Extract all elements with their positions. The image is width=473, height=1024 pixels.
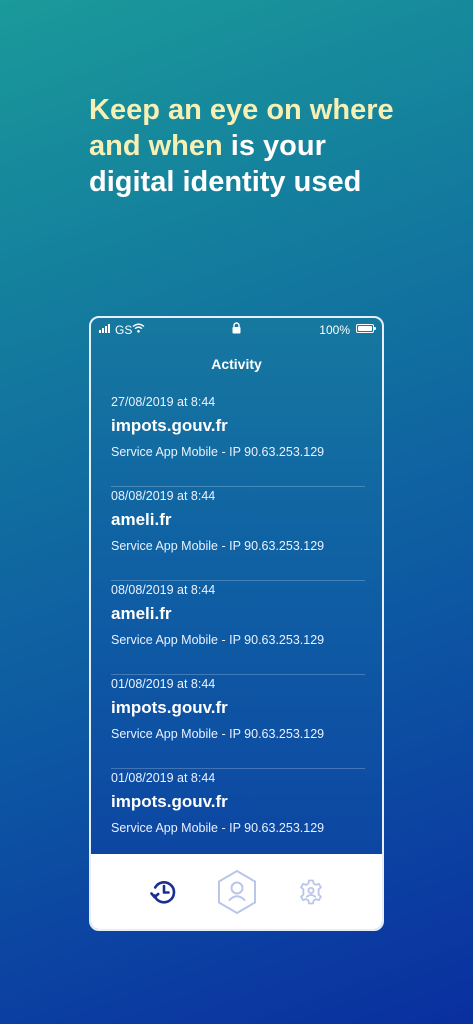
activity-detail: Service App Mobile - IP 90.63.253.129 [111, 539, 325, 553]
headline-highlight-2: and when [89, 130, 223, 162]
headline-text-2: is your [222, 130, 326, 162]
battery-percent: 100% [319, 323, 350, 337]
activity-domain: impots.gouv.fr [111, 416, 228, 435]
activity-item[interactable]: 27/08/2019 at 8:44 impots.gouv.fr Servic… [111, 392, 365, 486]
activity-detail: Service App Mobile - IP 90.63.253.129 [111, 445, 325, 459]
tab-settings[interactable] [286, 854, 336, 929]
activity-detail: Service App Mobile - IP 90.63.253.129 [111, 727, 325, 741]
activity-item[interactable]: 01/08/2019 at 8:44 impots.gouv.fr Servic… [111, 768, 365, 862]
activity-date: 08/08/2019 at 8:44 [111, 489, 216, 503]
status-bar: GS 100% [91, 318, 382, 342]
activity-domain: impots.gouv.fr [111, 698, 228, 717]
activity-item[interactable]: 08/08/2019 at 8:44 ameli.fr Service App … [111, 580, 365, 674]
activity-detail: Service App Mobile - IP 90.63.253.129 [111, 821, 325, 835]
history-icon [150, 880, 176, 904]
carrier-label: GS [115, 323, 133, 337]
activity-item[interactable]: 08/08/2019 at 8:44 ameli.fr Service App … [111, 486, 365, 580]
headline-text-3: digital identity used [89, 166, 362, 198]
activity-date: 08/08/2019 at 8:44 [111, 583, 216, 597]
activity-domain: ameli.fr [111, 510, 172, 529]
activity-item[interactable]: 01/08/2019 at 8:44 impots.gouv.fr Servic… [111, 674, 365, 768]
screen-title: Activity [211, 356, 262, 372]
activity-date: 01/08/2019 at 8:44 [111, 677, 216, 691]
lock-icon [232, 322, 241, 334]
activity-domain: impots.gouv.fr [111, 792, 228, 811]
battery-icon [356, 324, 376, 333]
tab-identity[interactable] [212, 854, 262, 929]
wifi-icon [132, 323, 145, 333]
activity-detail: Service App Mobile - IP 90.63.253.129 [111, 633, 325, 647]
user-hexagon-icon [218, 869, 256, 914]
activity-list: 27/08/2019 at 8:44 impots.gouv.fr Servic… [111, 392, 365, 862]
signal-icon [99, 324, 110, 333]
phone-frame: GS 100% Activity 27/08/2019 at 8:44 impo… [89, 316, 384, 931]
activity-date: 01/08/2019 at 8:44 [111, 771, 216, 785]
headline: Keep an eye on where and when is your di… [89, 92, 419, 200]
tab-activity[interactable] [139, 854, 189, 929]
activity-domain: ameli.fr [111, 604, 172, 623]
activity-date: 27/08/2019 at 8:44 [111, 395, 216, 409]
tab-bar [91, 854, 382, 929]
settings-gear-icon [300, 879, 322, 904]
headline-highlight-1: Keep an eye on where [89, 94, 394, 126]
